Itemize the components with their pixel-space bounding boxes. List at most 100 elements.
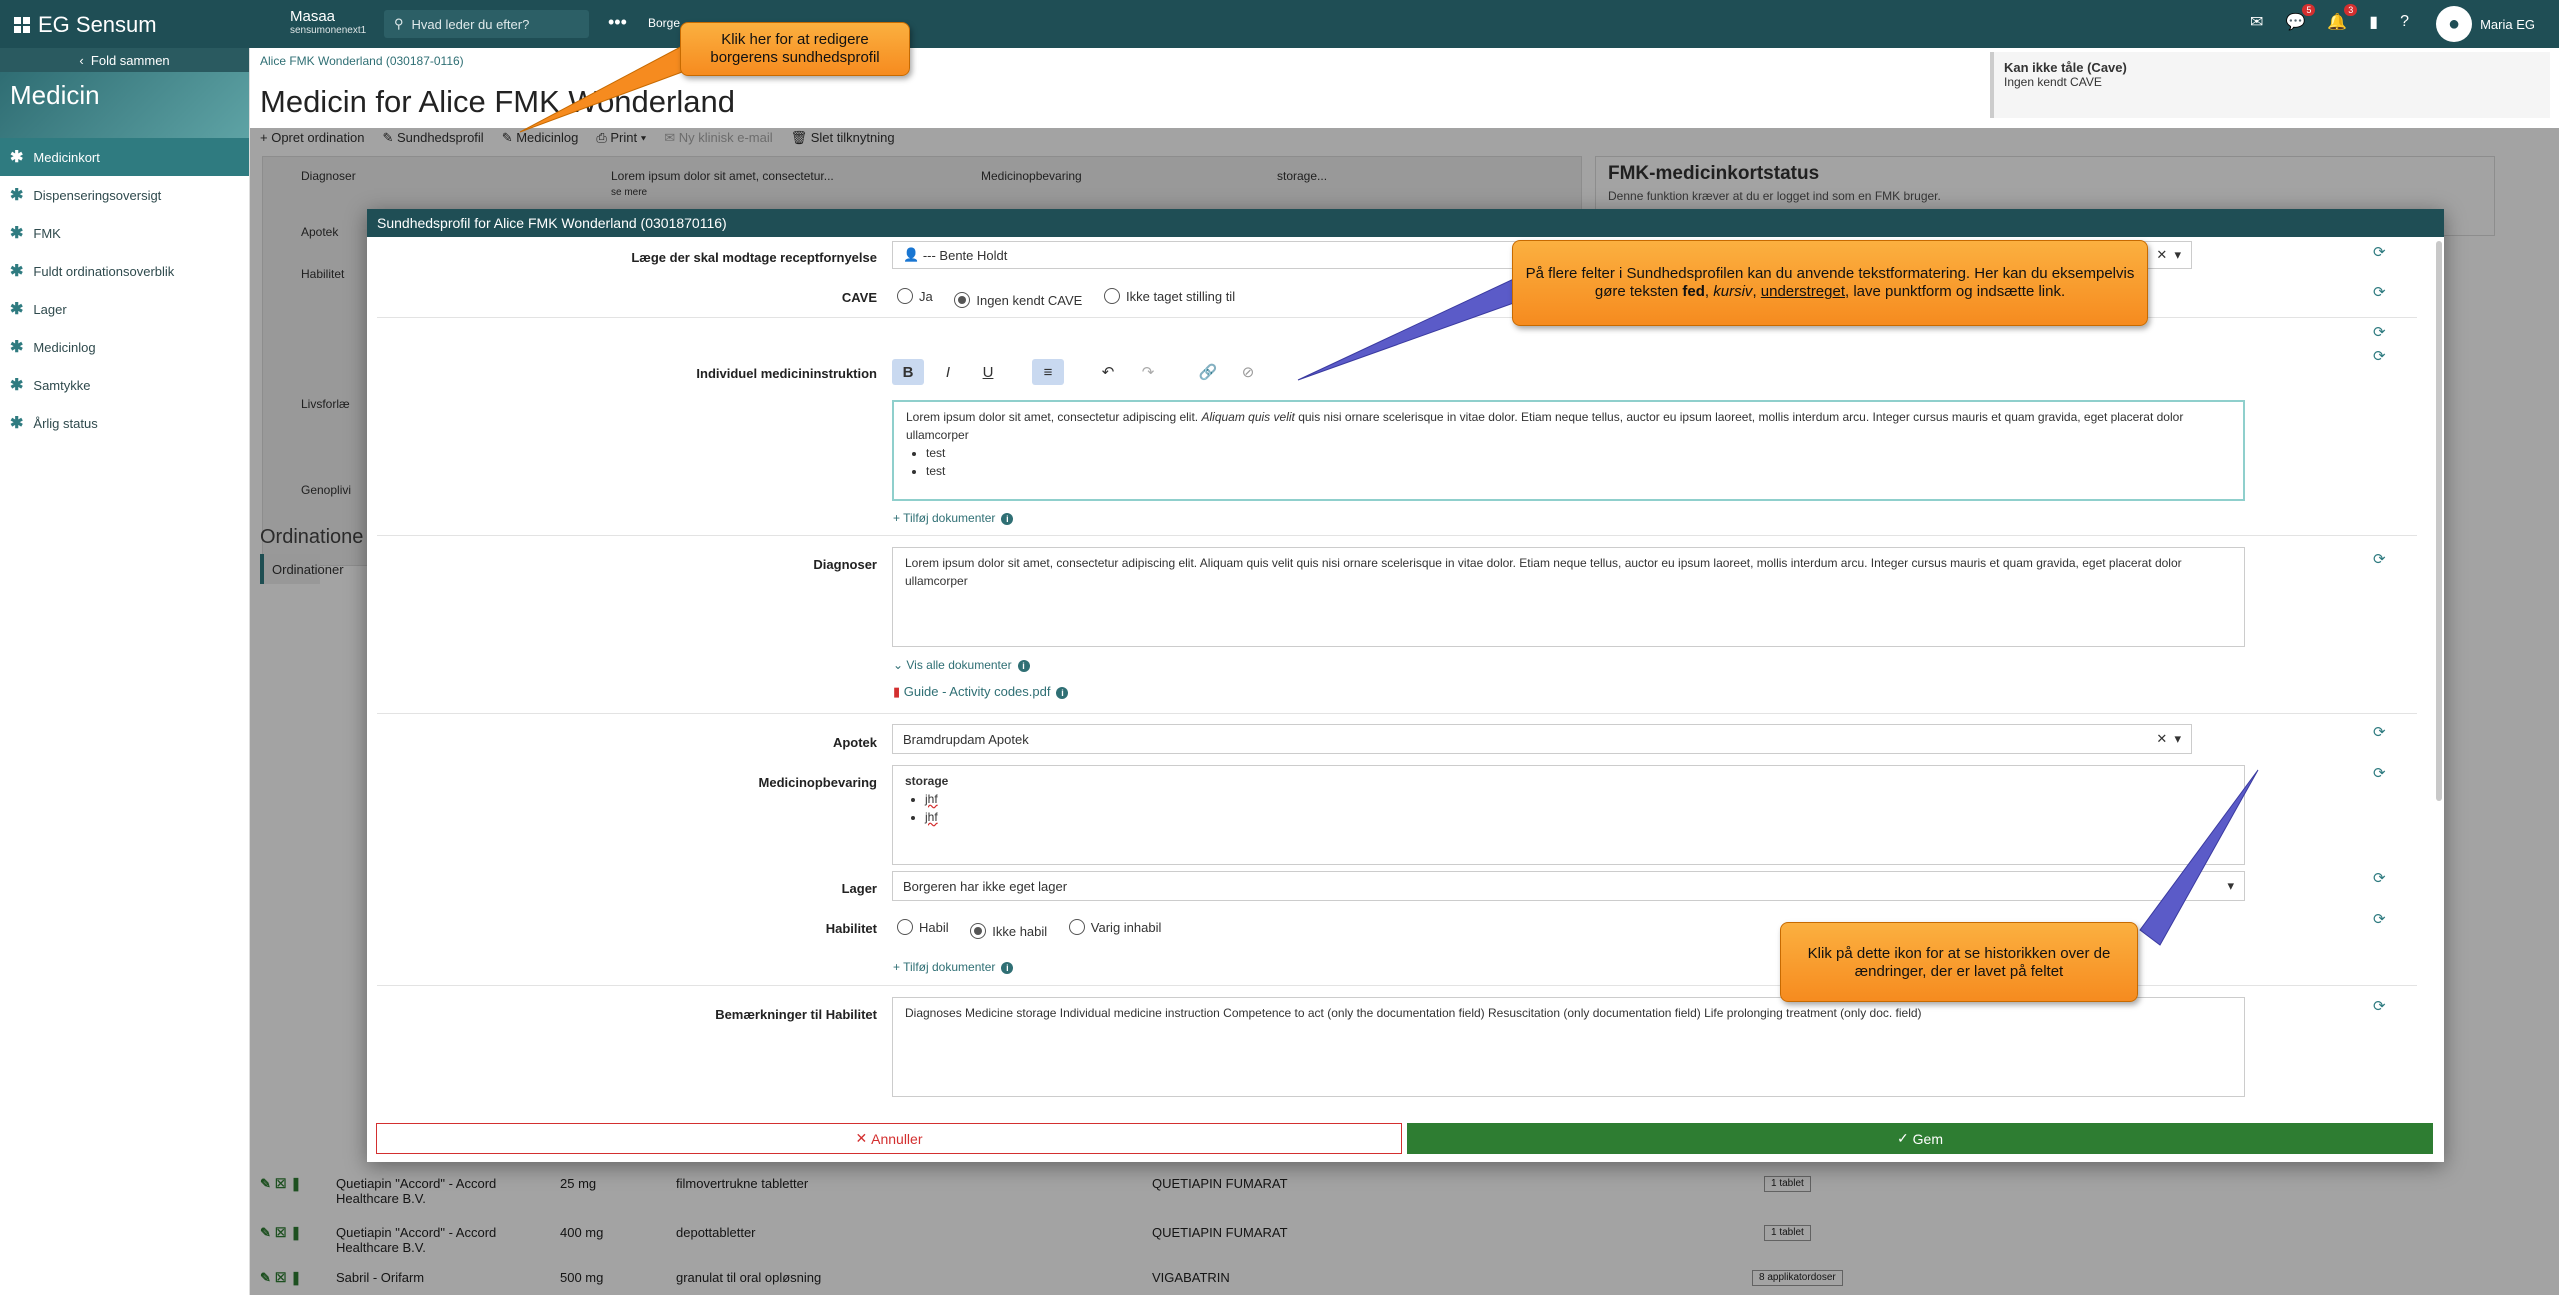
sidebar-item-label: FMK xyxy=(33,225,61,241)
sidebar-item-samtykke[interactable]: ✱ Samtykke xyxy=(0,366,249,404)
radio-circle xyxy=(897,919,913,935)
undo-icon[interactable]: ↶ xyxy=(1092,359,1124,385)
top-crumb[interactable]: Borge xyxy=(648,16,680,30)
callout-formatting-end: , lave punktform og indsætte link. xyxy=(1845,283,2066,300)
sidebar-item-fmk[interactable]: ✱ FMK xyxy=(0,214,249,252)
history-icon[interactable]: ⟳ xyxy=(2373,764,2386,782)
sidebar-item-lager[interactable]: ✱ Lager xyxy=(0,290,249,328)
brand-name: EG Sensum xyxy=(38,12,157,37)
underline-icon[interactable]: U xyxy=(972,359,1004,385)
cave-ja-radio[interactable]: Ja xyxy=(897,288,933,304)
user-menu[interactable]: ● Maria EG xyxy=(2436,6,2535,42)
divider xyxy=(377,535,2417,536)
sidebar-item-aarlig[interactable]: ✱ Årlig status xyxy=(0,404,249,442)
help-icon[interactable]: ? xyxy=(2400,13,2409,31)
sidebar-item-medicinlog[interactable]: ✱ Medicinlog xyxy=(0,328,249,366)
history-icon[interactable]: ⟳ xyxy=(2373,283,2386,301)
callout-formatting: På flere felter i Sundhedsprofilen kan d… xyxy=(1512,240,2148,326)
search-placeholder: Hvad leder du efter? xyxy=(411,16,530,32)
history-icon[interactable]: ⟳ xyxy=(2373,323,2386,341)
habil-radio-group: Habil Ikke habil Varig inhabil xyxy=(897,919,1179,939)
callout-sundhedsprofil: Klik her for at redigere borgerens sundh… xyxy=(680,22,910,76)
save-button[interactable]: ✓ Gem xyxy=(1407,1123,2433,1154)
radio-circle xyxy=(954,292,971,308)
instr-editor[interactable]: Lorem ipsum dolor sit amet, consectetur … xyxy=(892,400,2245,501)
sidebar-item-fuldt[interactable]: ✱ Fuldt ordinationsoverblik xyxy=(0,252,249,290)
history-icon[interactable]: ⟳ xyxy=(2373,997,2386,1015)
apotek-value: Bramdrupdam Apotek xyxy=(903,731,1029,747)
doc-file-link[interactable]: ▮ Guide - Activity codes.pdf i xyxy=(893,684,1069,700)
mail-icon[interactable]: ✉ xyxy=(2250,12,2263,32)
instr-list: test test xyxy=(906,444,2231,480)
sidebar-item-label: Fuldt ordinationsoverblik xyxy=(33,263,175,279)
italic-icon[interactable]: I xyxy=(932,359,964,385)
history-icon[interactable]: ⟳ xyxy=(2373,347,2386,365)
search-icon: ⚲ xyxy=(394,16,404,31)
diag-editor[interactable]: Lorem ipsum dolor sit amet, consectetur … xyxy=(892,547,2245,647)
pdf-icon: ▮ xyxy=(893,684,901,699)
sidebar-item-dispensering[interactable]: ✱ Dispenseringsoversigt xyxy=(0,176,249,214)
info-icon[interactable]: i xyxy=(1001,513,1014,525)
chat-icon[interactable]: 💬 5 xyxy=(2285,4,2316,32)
modal-footer: ✕ Annuller ✓ Gem xyxy=(367,1121,2444,1157)
info-icon[interactable]: i xyxy=(1056,687,1069,699)
unlink-icon[interactable]: ⊘ xyxy=(1232,359,1264,385)
sidebar-item-label: Årlig status xyxy=(33,415,98,431)
asterisk-icon: ✱ xyxy=(10,149,24,166)
habil-radio[interactable]: Habil xyxy=(897,919,949,935)
sundhedsprofil-modal: Sundhedsprofil for Alice FMK Wonderland … xyxy=(367,209,2444,1162)
radio-label: Varig inhabil xyxy=(1090,919,1162,935)
ikke-habil-radio[interactable]: Ikke habil xyxy=(970,923,1047,939)
modal-scrollbar[interactable] xyxy=(2436,241,2442,801)
cave-value: Ingen kendt CAVE xyxy=(2004,75,2102,89)
fold-button[interactable]: ‹ Fold sammen xyxy=(0,48,249,72)
brand-logo[interactable]: EG Sensum xyxy=(14,12,157,38)
lager-select[interactable]: Borgeren har ikke eget lager ▾ xyxy=(892,871,2245,901)
link-label: Tilføj dokumenter xyxy=(903,511,996,525)
modal-title: Sundhedsprofil for Alice FMK Wonderland … xyxy=(367,209,2444,237)
editor-toolbar: B I U ≡ ↶ ↷ 🔗 ⊘ xyxy=(892,359,1264,385)
chat-badge: 5 xyxy=(2302,4,2316,16)
bem-editor[interactable]: Diagnoses Medicine storage Individual me… xyxy=(892,997,2245,1097)
radio-label: Ja xyxy=(919,288,933,304)
context-switcher[interactable]: Masaa sensumonenext1 xyxy=(290,8,366,36)
varig-inhabil-radio[interactable]: Varig inhabil xyxy=(1068,919,1162,935)
bookmark-icon[interactable]: ▮ xyxy=(2369,12,2378,32)
search-input[interactable]: ⚲ Hvad leder du efter? xyxy=(384,10,589,38)
toolbar-spacer xyxy=(1072,359,1084,385)
apotek-label: Apotek xyxy=(832,735,877,750)
sidebar-item-label: Medicinkort xyxy=(33,149,100,165)
opbev-list: jhf jhf xyxy=(905,790,2232,826)
add-doc-link[interactable]: + Tilføj dokumenter i xyxy=(893,511,1014,525)
more-icon[interactable]: ••• xyxy=(608,12,627,33)
cancel-button[interactable]: ✕ Annuller xyxy=(376,1123,1402,1154)
diag-text: Lorem ipsum dolor sit amet, consectetur … xyxy=(905,556,2182,588)
bold-icon[interactable]: B xyxy=(892,359,924,385)
add-doc-link-2[interactable]: + Tilføj dokumenter i xyxy=(893,960,1014,974)
apotek-select[interactable]: Bramdrupdam Apotek ✕ ▾ xyxy=(892,724,2192,754)
show-all-docs-link[interactable]: ⌄ Vis alle dokumenter i xyxy=(893,658,1030,672)
history-icon[interactable]: ⟳ xyxy=(2373,869,2386,887)
info-icon[interactable]: i xyxy=(1017,660,1030,672)
sidebar-item-medicinkort[interactable]: ✱ Medicinkort xyxy=(0,138,249,176)
history-icon[interactable]: ⟳ xyxy=(2373,243,2386,261)
context-sub: sensumonenext1 xyxy=(290,25,367,36)
cave-ingen-radio[interactable]: Ingen kendt CAVE xyxy=(954,292,1082,308)
breadcrumb[interactable]: Alice FMK Wonderland (030187-0116) xyxy=(260,54,464,68)
avatar-icon: ● xyxy=(2436,6,2473,42)
opbev-editor[interactable]: storage jhf jhf xyxy=(892,765,2245,865)
lager-label: Lager xyxy=(841,881,877,896)
bullet-list-icon[interactable]: ≡ xyxy=(1032,359,1064,385)
bell-icon[interactable]: 🔔 3 xyxy=(2327,4,2358,32)
info-icon[interactable]: i xyxy=(1001,962,1014,974)
redo-icon[interactable]: ↷ xyxy=(1132,359,1164,385)
top-icons: ✉ 💬 5 🔔 3 ▮ ? xyxy=(2250,4,2409,32)
history-icon[interactable]: ⟳ xyxy=(2373,723,2386,741)
cave-ikke-radio[interactable]: Ikke taget stilling til xyxy=(1103,288,1235,304)
logo-grid-icon xyxy=(14,17,30,33)
toolbar-spacer xyxy=(1172,359,1184,385)
history-icon[interactable]: ⟳ xyxy=(2373,550,2386,568)
callout-history: Klik på dette ikon for at se historikken… xyxy=(1780,922,2138,1002)
history-icon[interactable]: ⟳ xyxy=(2373,910,2386,928)
link-icon[interactable]: 🔗 xyxy=(1192,359,1224,385)
